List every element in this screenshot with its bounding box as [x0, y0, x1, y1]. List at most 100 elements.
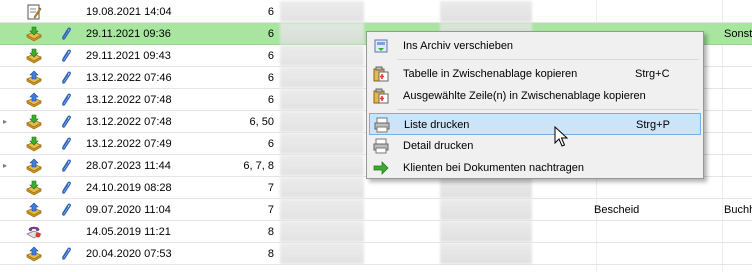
paperclip-icon	[60, 158, 72, 174]
row-number: 6, 7, 8	[243, 160, 274, 172]
menu-item-label: Ausgewählte Zeile(n) in Zwischenablage k…	[403, 90, 646, 102]
table-row[interactable]: 09.07.2020 11:04 7 Bescheid Buchh	[0, 199, 752, 221]
row-date: 09.07.2020 11:04	[86, 204, 171, 216]
row-number: 6	[267, 50, 274, 62]
arrow-right-icon	[373, 160, 389, 176]
menu-item-copy-table[interactable]: Tabelle in Zwischenablage kopieren Strg+C	[369, 63, 701, 85]
redacted-cell	[440, 199, 532, 220]
row-number: 6	[267, 6, 274, 18]
menu-item-label: Ins Archiv verschieben	[403, 40, 514, 52]
paperclip-icon	[60, 92, 72, 108]
redacted-cell	[280, 243, 364, 264]
row-date: 29.11.2021 09:43	[86, 50, 171, 62]
menu-item-label: Tabelle in Zwischenablage kopieren	[403, 68, 578, 80]
context-menu: Ins Archiv verschieben Tabelle in Zwische…	[366, 31, 704, 179]
row-expander-icon	[3, 221, 11, 243]
menu-item-label: Klienten bei Dokumenten nachtragen	[403, 162, 585, 174]
mouse-cursor-icon	[554, 126, 568, 147]
row-number: 8	[267, 226, 274, 238]
download-doc-icon	[26, 180, 42, 196]
row-category: Sonst	[724, 28, 752, 40]
row-expander-icon	[3, 67, 11, 89]
row-date: 13.12.2022 07:48	[86, 116, 172, 128]
menu-item-copy-rows[interactable]: Ausgewählte Zeile(n) in Zwischenablage k…	[369, 85, 701, 107]
paperclip-icon	[60, 48, 72, 64]
menu-separator	[397, 59, 699, 60]
row-number: 8	[267, 248, 274, 260]
row-number: 6	[267, 138, 274, 150]
paperclip-icon	[60, 114, 72, 130]
row-date: 24.10.2019 08:28	[86, 182, 172, 194]
redacted-cell	[280, 23, 364, 44]
print-list-icon	[374, 117, 390, 133]
row-expander-icon	[3, 45, 11, 67]
redacted-cell	[280, 221, 364, 242]
row-date: 19.08.2021 14:04	[86, 6, 172, 18]
redacted-cell	[440, 221, 532, 242]
copy-table-icon	[373, 66, 389, 82]
menu-item-print-detail[interactable]: Detail drucken	[369, 135, 701, 157]
row-expander-icon[interactable]: ▸	[3, 111, 11, 133]
download-doc-icon	[26, 48, 42, 64]
redacted-cell	[440, 243, 532, 264]
copy-rows-icon	[373, 88, 389, 104]
row-expander-icon	[3, 243, 11, 265]
menu-item-label: Liste drucken	[404, 119, 470, 131]
upload-doc-icon	[26, 202, 42, 218]
upload-doc-icon	[26, 70, 42, 86]
redacted-cell	[280, 89, 364, 110]
row-expander-icon	[3, 89, 11, 111]
redacted-cell	[440, 177, 532, 198]
row-expander-icon	[3, 23, 11, 45]
archive-icon	[373, 38, 389, 54]
paperclip-icon	[60, 180, 72, 196]
row-number: 6	[267, 72, 274, 84]
upload-doc-icon	[26, 246, 42, 262]
row-number: 7	[267, 182, 274, 194]
table-row[interactable]: 14.05.2019 11:21 8	[0, 221, 752, 243]
menu-item-print-list[interactable]: Liste drucken Strg+P	[369, 113, 701, 135]
menu-item-shortcut: Strg+C	[635, 68, 670, 80]
row-date: 29.11.2021 09:36	[86, 28, 171, 40]
row-date: 14.05.2019 11:21	[86, 226, 171, 238]
edit-doc-icon	[26, 4, 42, 20]
print-detail-icon	[373, 138, 389, 154]
redacted-cell	[280, 67, 364, 88]
phone-doc-icon	[26, 224, 42, 240]
row-number: 6	[267, 28, 274, 40]
row-expander-icon	[3, 199, 11, 221]
menu-item-add-clients[interactable]: Klienten bei Dokumenten nachtragen	[369, 157, 701, 179]
redacted-cell	[280, 45, 364, 66]
row-expander-icon	[3, 133, 11, 155]
table-row[interactable]: 20.04.2020 07:53 8	[0, 243, 752, 265]
paperclip-icon	[60, 246, 72, 262]
download-doc-icon	[26, 136, 42, 152]
row-date: 13.12.2022 07:46	[86, 72, 172, 84]
table-row[interactable]: 19.08.2021 14:04 6	[0, 1, 752, 23]
row-expander-icon	[3, 177, 11, 199]
paperclip-icon	[60, 136, 72, 152]
row-category: Buchh	[724, 204, 752, 216]
row-date: 20.04.2020 07:53	[86, 248, 172, 260]
menu-item-shortcut: Strg+P	[636, 119, 670, 131]
redacted-cell	[280, 177, 364, 198]
redacted-cell	[280, 155, 364, 176]
row-doc-type: Bescheid	[594, 204, 640, 216]
upload-doc-icon	[26, 158, 42, 174]
download-doc-icon	[26, 26, 42, 42]
row-number: 6	[267, 94, 274, 106]
table-row[interactable]: 24.10.2019 08:28 7	[0, 177, 752, 199]
download-doc-icon	[26, 114, 42, 130]
redacted-cell	[280, 199, 364, 220]
row-number: 6, 50	[249, 116, 274, 128]
paperclip-icon	[60, 70, 72, 86]
menu-separator	[397, 109, 699, 110]
paperclip-icon	[60, 202, 72, 218]
redacted-cell	[280, 133, 364, 154]
menu-item-archive[interactable]: Ins Archiv verschieben	[369, 35, 701, 57]
redacted-cell	[280, 111, 364, 132]
row-date: 13.12.2022 07:48	[86, 94, 172, 106]
row-expander-icon[interactable]: ▸	[3, 155, 11, 177]
row-date: 28.07.2023 11:44	[86, 160, 171, 172]
row-expander-icon	[3, 1, 11, 23]
